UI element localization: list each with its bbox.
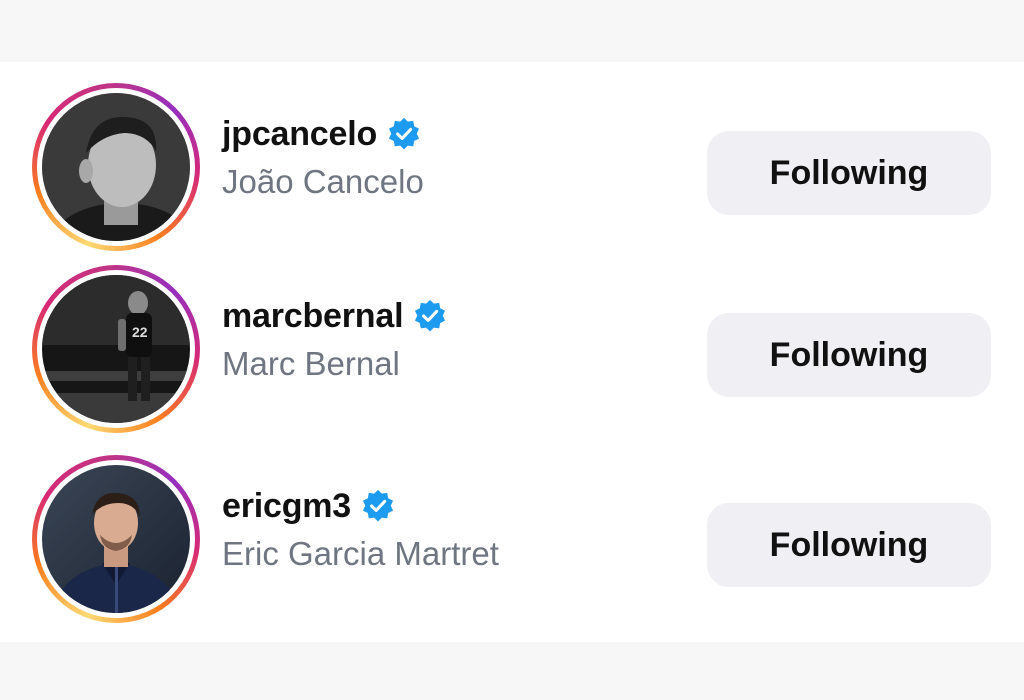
avatar-photo-icon: [42, 93, 190, 241]
username[interactable]: ericgm3: [222, 487, 351, 526]
following-list: jpcancelo João Cancelo Following 22 marc…: [0, 62, 1024, 642]
story-ring[interactable]: 22: [32, 265, 200, 433]
verified-badge-icon: [389, 117, 420, 150]
verified-badge-icon: [415, 299, 446, 332]
following-button[interactable]: Following: [707, 503, 991, 587]
list-item[interactable]: jpcancelo João Cancelo Following: [0, 76, 1024, 251]
avatar[interactable]: [42, 93, 190, 241]
full-name: João Cancelo: [222, 163, 424, 200]
username[interactable]: marcbernal: [222, 297, 404, 336]
list-item[interactable]: ericgm3 Eric Garcia Martret Following: [0, 448, 1024, 623]
story-ring[interactable]: [32, 455, 200, 623]
list-item[interactable]: 22 marcbernal Marc Bernal Following: [0, 258, 1024, 433]
username[interactable]: jpcancelo: [222, 115, 377, 154]
following-button[interactable]: Following: [707, 313, 991, 397]
full-name: Eric Garcia Martret: [222, 535, 499, 572]
full-name: Marc Bernal: [222, 345, 400, 382]
avatar-photo-icon: 22: [42, 275, 190, 423]
following-button[interactable]: Following: [707, 131, 991, 215]
svg-text:22: 22: [132, 324, 148, 340]
avatar-photo-icon: [42, 465, 190, 613]
story-ring[interactable]: [32, 83, 200, 251]
avatar[interactable]: 22: [42, 275, 190, 423]
verified-badge-icon: [362, 489, 394, 522]
avatar[interactable]: [42, 465, 190, 613]
